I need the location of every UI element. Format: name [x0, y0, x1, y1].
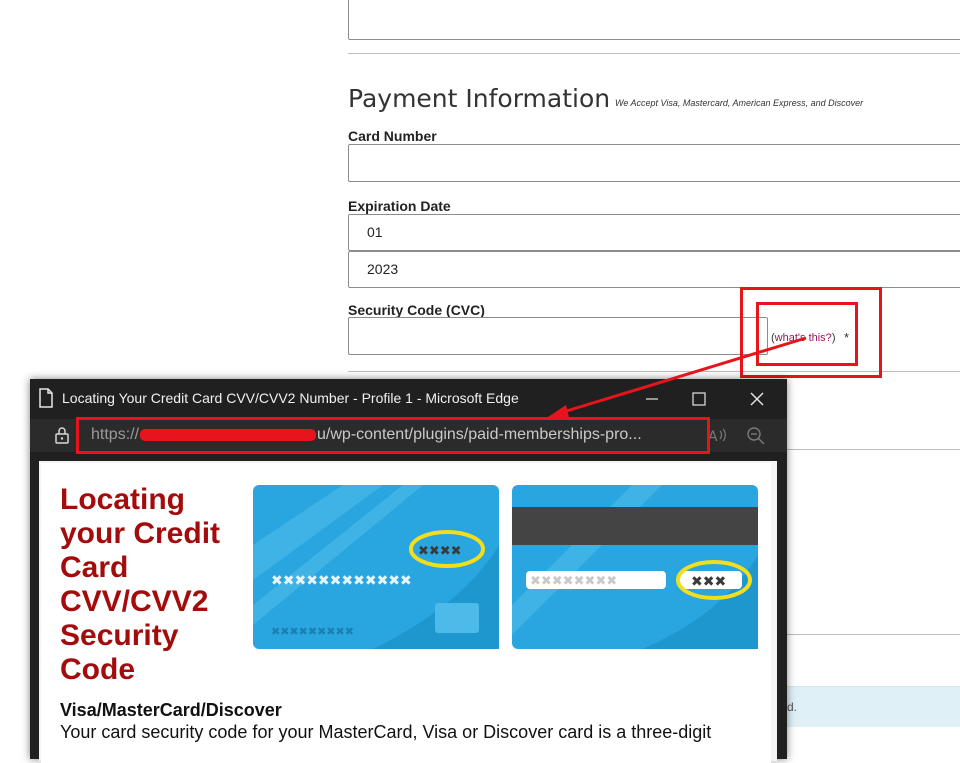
annotation-inner-box [756, 302, 858, 366]
card-number-input[interactable] [348, 144, 960, 182]
card-back-strip: ✖✖✖✖✖✖✖✖ [530, 574, 617, 589]
document-icon [38, 388, 54, 413]
popup-content: Locating your Credit Card CVV/CVV2 Secur… [39, 461, 777, 763]
window-title: Locating Your Credit Card CVV/CVV2 Numbe… [62, 390, 519, 406]
divider [348, 53, 960, 54]
annotation-url-box [76, 417, 710, 454]
maximize-icon[interactable] [687, 387, 711, 411]
expiration-month-select[interactable]: 01 [348, 214, 960, 251]
card-front-illustration: ✖✖✖✖ ✖✖✖✖✖✖✖✖✖✖✖✖ ✖✖✖✖✖✖✖✖✖ [253, 485, 499, 649]
zoom-out-icon[interactable] [746, 426, 766, 451]
section-title: Payment Information [348, 84, 611, 113]
card-type-heading: Visa/MasterCard/Discover [60, 700, 282, 720]
accepted-cards-note: We Accept Visa, Mastercard, American Exp… [615, 98, 864, 108]
cvc-input[interactable] [348, 317, 768, 355]
card-type-description: Your card security code for your MasterC… [60, 722, 712, 742]
popup-page: Locating your Credit Card CVV/CVV2 Secur… [41, 463, 771, 763]
card-number-label: Card Number [348, 128, 437, 144]
minimize-icon[interactable] [640, 387, 664, 411]
card-front-number: ✖✖✖✖✖✖✖✖✖✖✖✖ [271, 573, 412, 589]
lock-icon[interactable] [54, 426, 70, 449]
previous-field-input[interactable] [348, 0, 960, 40]
card-back-illustration: ✖✖✖✖✖✖✖✖ ✖✖✖ [512, 485, 758, 649]
info-message-text: d. [787, 700, 798, 714]
expiration-label: Expiration Date [348, 198, 451, 214]
close-icon[interactable] [745, 387, 769, 411]
popup-page-title: Locating your Credit Card CVV/CVV2 Secur… [60, 483, 221, 686]
card-back-code: ✖✖✖ [691, 574, 726, 590]
title-bar[interactable]: Locating Your Credit Card CVV/CVV2 Numbe… [30, 379, 787, 419]
expiration-year-select[interactable]: 2023 [348, 251, 960, 288]
card-front-small: ✖✖✖✖✖✖✖✖✖ [271, 625, 354, 638]
info-message: d. [787, 686, 960, 727]
card-front-mask: ✖✖✖✖ [418, 544, 462, 559]
cvc-label: Security Code (CVC) [348, 302, 485, 318]
